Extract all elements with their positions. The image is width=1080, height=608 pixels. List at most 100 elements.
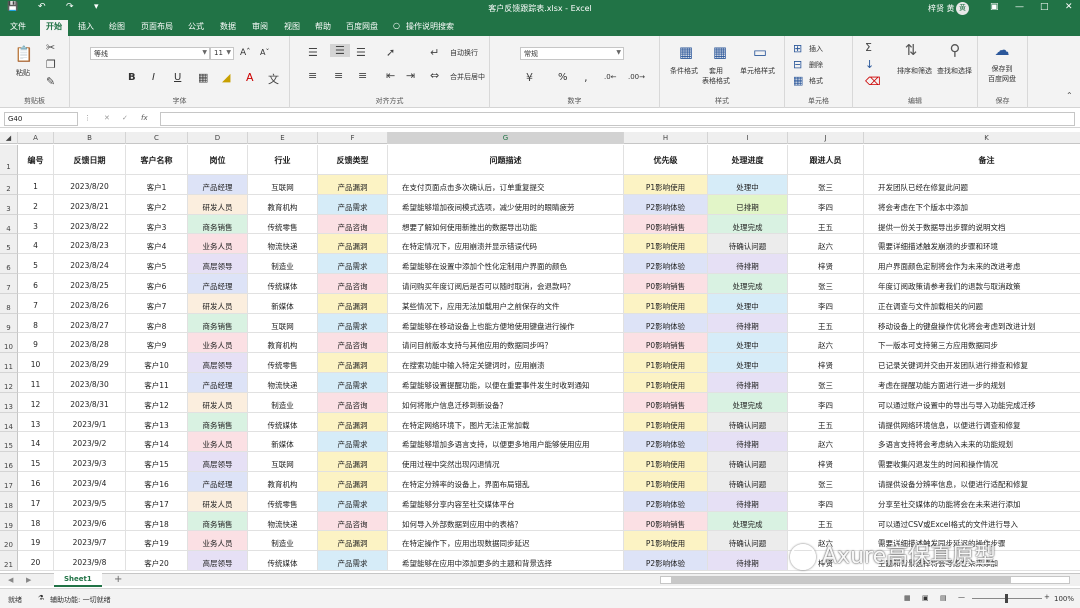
orientation-icon[interactable]: ➚ xyxy=(386,46,395,59)
table-cell[interactable]: 制造业 xyxy=(248,392,318,413)
phonetic-icon[interactable]: 文 xyxy=(268,71,279,87)
underline-button[interactable]: U xyxy=(174,72,181,83)
table-cell[interactable]: 处理中 xyxy=(708,293,788,314)
table-cell[interactable]: 李四 xyxy=(788,194,864,215)
table-cell[interactable]: 商务销售 xyxy=(188,214,248,235)
fill-icon[interactable]: ↓ xyxy=(865,58,874,71)
table-cell[interactable]: 研发人员 xyxy=(188,194,248,215)
table-cell[interactable]: 希望能够增加多语言支持，以便更多地用户能够使用应用 xyxy=(388,432,624,453)
table-cell[interactable]: 处理中 xyxy=(708,333,788,354)
table-cell[interactable]: 教育机构 xyxy=(248,194,318,215)
table-cell[interactable]: 产品需求 xyxy=(318,491,388,512)
tab-view[interactable]: 视图 xyxy=(284,21,300,32)
table-cell[interactable]: 赵六 xyxy=(788,333,864,354)
sort-filter-icon[interactable]: ⇅ xyxy=(901,40,921,60)
row-header[interactable]: 11 xyxy=(0,353,18,373)
table-cell[interactable]: 商务销售 xyxy=(188,313,248,334)
format-painter-icon[interactable]: ✎ xyxy=(46,75,55,88)
enter-icon[interactable]: ✓ xyxy=(122,114,128,122)
table-cell[interactable]: 请提供网络环境信息，以便进行调查和修复 xyxy=(864,413,1080,433)
merge-icon[interactable]: ⇔ xyxy=(430,69,439,82)
table-cell[interactable]: 想要了解如何使用新推出的数据导出功能 xyxy=(388,214,624,235)
delete-cells-icon[interactable]: ⊟ xyxy=(793,58,802,71)
table-cell[interactable]: 19 xyxy=(18,531,54,552)
increase-decimal-icon[interactable]: .0← xyxy=(604,73,617,81)
header-cell[interactable]: 岗位 xyxy=(188,145,248,175)
table-cell[interactable]: 业务人员 xyxy=(188,333,248,354)
column-header-d[interactable]: D xyxy=(188,132,248,144)
column-header-h[interactable]: H xyxy=(624,132,708,144)
table-cell[interactable]: 梓贤 xyxy=(788,254,864,274)
table-cell[interactable]: 待确认问题 xyxy=(708,531,788,552)
table-cell[interactable]: 2023/9/6 xyxy=(54,511,126,532)
table-cell[interactable]: 在特定分辨率的设备上，界面布局错乱 xyxy=(388,472,624,492)
select-all-corner[interactable]: ◢ xyxy=(0,132,18,144)
table-cell[interactable]: 希望能够增加夜间模式选项，减少使用时的眼睛疲劳 xyxy=(388,194,624,215)
table-cell[interactable]: P2影响体验 xyxy=(624,432,708,453)
table-cell[interactable]: 将会考虑在下个版本中添加 xyxy=(864,195,1080,215)
table-cell[interactable]: 7 xyxy=(18,293,54,314)
column-header-g[interactable]: G xyxy=(388,132,624,144)
table-cell[interactable]: P1影响使用 xyxy=(624,531,708,552)
table-cell[interactable]: 16 xyxy=(18,472,54,492)
table-format-button[interactable]: 套用 表格格式 xyxy=(702,66,730,86)
merge-center-button[interactable]: 合并后居中 xyxy=(450,72,485,82)
table-cell[interactable]: 10 xyxy=(18,353,54,373)
formula-input[interactable] xyxy=(160,112,1075,126)
table-cell[interactable]: 制造业 xyxy=(248,531,318,552)
table-cell[interactable]: 产品漏洞 xyxy=(318,412,388,433)
table-cell[interactable]: 产品咨询 xyxy=(318,214,388,235)
table-cell[interactable]: P0影响销售 xyxy=(624,214,708,235)
decrease-indent-icon[interactable]: ⇤ xyxy=(386,69,395,82)
border-icon[interactable]: ▦ xyxy=(198,71,208,84)
table-cell[interactable]: 产品漏洞 xyxy=(318,293,388,314)
table-cell[interactable]: 2023/9/8 xyxy=(54,551,126,571)
row-header[interactable]: 4 xyxy=(0,214,18,235)
page-layout-view-icon[interactable]: ▣ xyxy=(922,594,929,602)
table-cell[interactable]: 梓贤 xyxy=(788,353,864,373)
row-header[interactable]: 21 xyxy=(0,551,18,571)
table-cell[interactable]: 研发人员 xyxy=(188,392,248,413)
table-cell[interactable]: 研发人员 xyxy=(188,293,248,314)
table-cell[interactable]: 物流快递 xyxy=(248,511,318,532)
column-header-f[interactable]: F xyxy=(318,132,388,144)
column-header-i[interactable]: I xyxy=(708,132,788,144)
format-cells-button[interactable]: 格式 xyxy=(809,76,823,86)
header-cell[interactable]: 跟进人员 xyxy=(788,145,864,175)
table-cell[interactable]: 产品漏洞 xyxy=(318,353,388,373)
table-cell[interactable]: 待排期 xyxy=(708,432,788,453)
worksheet-grid[interactable]: 1 编号 反馈日期 客户名称 岗位 行业 反馈类型 问题描述 优先级 处理进度 跟进人员 备注 2 1 20… xyxy=(0,145,1080,573)
format-cells-icon[interactable]: ▦ xyxy=(793,74,803,87)
zoom-level[interactable]: 100% xyxy=(1054,595,1074,603)
table-cell[interactable]: 15 xyxy=(18,452,54,472)
row-header[interactable]: 7 xyxy=(0,274,18,294)
italic-button[interactable]: I xyxy=(152,72,155,83)
table-cell[interactable]: 多语言支持将会考虑纳入未来的功能规划 xyxy=(864,432,1080,453)
table-cell[interactable]: P1影响使用 xyxy=(624,412,708,433)
table-cell[interactable]: 客户8 xyxy=(126,313,188,334)
table-cell[interactable]: P1影响使用 xyxy=(624,353,708,373)
table-cell[interactable]: 开发团队已经在修复此问题 xyxy=(864,175,1080,195)
add-sheet-button[interactable]: + xyxy=(114,574,122,585)
table-cell[interactable]: 待排期 xyxy=(708,313,788,334)
table-cell[interactable]: 可以通过账户设置中的导出与导入功能完成迁移 xyxy=(864,393,1080,413)
tab-page-layout[interactable]: 页面布局 xyxy=(141,21,173,32)
table-cell[interactable]: 2023/9/1 xyxy=(54,412,126,433)
table-cell[interactable]: 希望能够在设置中添加个性化定制用户界面的颜色 xyxy=(388,254,624,274)
row-header[interactable]: 8 xyxy=(0,293,18,314)
table-cell[interactable]: 2023/8/29 xyxy=(54,353,126,373)
table-cell[interactable]: 客户13 xyxy=(126,412,188,433)
table-cell[interactable]: 赵六 xyxy=(788,432,864,453)
table-cell[interactable]: 2023/8/30 xyxy=(54,373,126,393)
paste-icon[interactable]: 📋 xyxy=(14,44,34,64)
table-cell[interactable]: 产品咨询 xyxy=(318,392,388,413)
table-cell[interactable]: 产品需求 xyxy=(318,432,388,453)
table-cell[interactable]: 产品需求 xyxy=(318,373,388,393)
table-cell[interactable]: 2023/9/7 xyxy=(54,531,126,552)
row-header[interactable]: 12 xyxy=(0,373,18,393)
table-cell[interactable]: 2023/8/23 xyxy=(54,234,126,255)
table-cell[interactable]: 互联网 xyxy=(248,175,318,195)
table-cell[interactable]: 待确认问题 xyxy=(708,472,788,492)
conditional-format-button[interactable]: 条件格式 xyxy=(670,66,698,76)
table-cell[interactable]: 待排期 xyxy=(708,491,788,512)
